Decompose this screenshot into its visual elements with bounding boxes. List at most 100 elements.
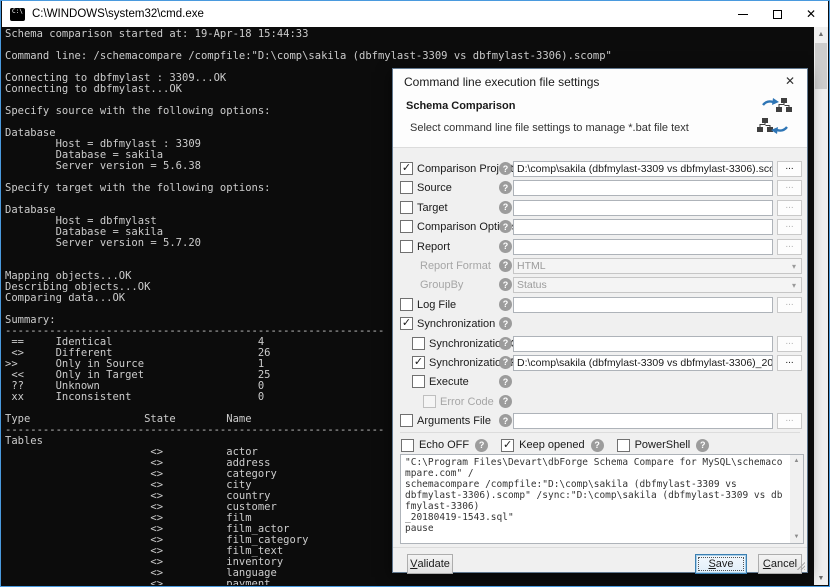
synchronization-options-browse-button[interactable]: ...	[777, 336, 802, 352]
keep-opened-checkbox[interactable]: ✓	[501, 439, 514, 452]
row-synchronization-options: Synchronization Options?...	[393, 335, 807, 354]
keep-opened-help-icon[interactable]: ?	[591, 439, 604, 452]
row-comparison-options: Comparison Options?...	[393, 218, 807, 237]
option-keep-opened: ✓ Keep opened?	[501, 439, 603, 452]
report-browse-button[interactable]: ...	[777, 239, 802, 255]
source-input[interactable]	[513, 180, 773, 196]
maximize-button[interactable]	[760, 1, 794, 27]
log-file-label: Log File	[417, 299, 456, 311]
resize-grip[interactable]	[796, 561, 805, 570]
comparison-options-browse-button[interactable]: ...	[777, 219, 802, 235]
schema-comparison-icon	[757, 96, 793, 139]
arguments-file-checkbox[interactable]	[400, 414, 413, 427]
option-echo-off: Echo OFF?	[401, 439, 488, 452]
synchronization-options-help-icon[interactable]: ?	[499, 337, 512, 350]
dialog-close-button[interactable]: ✕	[782, 73, 798, 89]
execute-checkbox[interactable]	[412, 375, 425, 388]
synchronization-help-icon[interactable]: ?	[499, 317, 512, 330]
row-source: Source?...	[393, 179, 807, 198]
synchronization-file-help-icon[interactable]: ?	[499, 356, 512, 369]
log-file-browse-button[interactable]: ...	[777, 297, 802, 313]
row-error-code: Error Code?	[393, 393, 807, 412]
report-format-dropdown: HTML▾	[513, 258, 802, 274]
terminal-scrollbar[interactable]: ▲ ▼	[814, 27, 828, 585]
close-icon: ✕	[806, 8, 816, 20]
row-report: Report?...	[393, 238, 807, 257]
dialog-titlebar: Command line execution file settings ✕	[393, 69, 807, 93]
target-browse-button[interactable]: ...	[777, 200, 802, 216]
preview-scroll-down-icon[interactable]: ▼	[790, 531, 803, 543]
target-input[interactable]	[513, 200, 773, 216]
log-file-help-icon[interactable]: ?	[499, 298, 512, 311]
scroll-up-icon[interactable]: ▲	[814, 27, 828, 41]
comparison-project-browse-button[interactable]: ...	[777, 161, 802, 177]
row-comparison-project: ✓Comparison Project?D:\comp\sakila (dbfm…	[393, 160, 807, 179]
powershell-checkbox[interactable]	[617, 439, 630, 452]
preview-scrollbar[interactable]: ▲ ▼	[790, 455, 803, 543]
echo-off-help-icon[interactable]: ?	[475, 439, 488, 452]
report-help-icon[interactable]: ?	[499, 240, 512, 253]
row-synchronization: ✓ Synchronization?	[393, 315, 807, 334]
log-file-input[interactable]	[513, 297, 773, 313]
source-help-icon[interactable]: ?	[499, 181, 512, 194]
report-format-help-icon[interactable]: ?	[499, 259, 512, 272]
execute-help-icon[interactable]: ?	[499, 375, 512, 388]
row-log-file: Log File?...	[393, 296, 807, 315]
synchronization-file-browse-button[interactable]: ...	[777, 355, 802, 371]
row-groupby: GroupBy?Status▾	[393, 276, 807, 295]
synchronization-options-input[interactable]	[513, 336, 773, 352]
command-preview-text[interactable]: "C:\Program Files\Devart\dbForge Schema …	[401, 455, 803, 536]
comparison-project-help-icon[interactable]: ?	[499, 162, 512, 175]
scroll-down-icon[interactable]: ▼	[814, 571, 828, 585]
synchronization-file-input[interactable]: D:\comp\sakila (dbfmylast-3309 vs dbfmyl…	[513, 355, 773, 371]
report-checkbox[interactable]	[400, 240, 413, 253]
powershell-label: PowerShell	[635, 439, 691, 451]
scrollbar-thumb[interactable]	[815, 43, 827, 89]
source-browse-button[interactable]: ...	[777, 180, 802, 196]
echo-off-checkbox[interactable]	[401, 439, 414, 452]
report-input[interactable]	[513, 239, 773, 255]
dialog-close-icon: ✕	[785, 74, 795, 88]
chevron-down-icon: ▾	[792, 281, 796, 290]
target-checkbox[interactable]	[400, 201, 413, 214]
minimize-button[interactable]	[726, 1, 760, 27]
cmd-window: C:\WINDOWS\system32\cmd.exe ✕ Schema com…	[0, 0, 830, 587]
command-preview-box[interactable]: "C:\Program Files\Devart\dbForge Schema …	[400, 454, 804, 544]
arguments-file-label: Arguments File	[417, 415, 491, 427]
groupby-help-icon[interactable]: ?	[499, 278, 512, 291]
comparison-options-checkbox[interactable]	[400, 220, 413, 233]
minimize-icon	[738, 14, 748, 15]
log-file-checkbox[interactable]	[400, 298, 413, 311]
row-target: Target?...	[393, 199, 807, 218]
groupby-dropdown: Status▾	[513, 277, 802, 293]
arguments-file-input[interactable]	[513, 413, 773, 429]
synchronization-file-checkbox[interactable]: ✓	[412, 356, 425, 369]
report-format-label: Report Format	[420, 260, 491, 272]
preview-scroll-up-icon[interactable]: ▲	[790, 455, 803, 467]
keep-opened-label: Keep opened	[519, 439, 584, 451]
execute-label: Execute	[429, 376, 469, 388]
error-code-help-icon[interactable]: ?	[499, 395, 512, 408]
arguments-file-browse-button[interactable]: ...	[777, 413, 802, 429]
save-button[interactable]: Save	[695, 554, 747, 574]
synchronization-checkbox[interactable]: ✓	[400, 317, 413, 330]
source-checkbox[interactable]	[400, 181, 413, 194]
comparison-options-input[interactable]	[513, 219, 773, 235]
row-report-format: Report Format?HTML▾	[393, 257, 807, 276]
arguments-file-help-icon[interactable]: ?	[499, 414, 512, 427]
target-label: Target	[417, 202, 448, 214]
dialog-button-bar: Validate Save Cancel	[393, 547, 807, 572]
close-button[interactable]: ✕	[794, 1, 828, 27]
schema-comparison-heading: Schema Comparison	[406, 100, 515, 112]
source-label: Source	[417, 182, 452, 194]
dialog-header: Schema Comparison Select command line fi…	[393, 93, 807, 148]
target-help-icon[interactable]: ?	[499, 201, 512, 214]
synchronization-label: Synchronization	[417, 318, 495, 330]
validate-button[interactable]: Validate	[407, 554, 453, 574]
comparison-project-input[interactable]: D:\comp\sakila (dbfmylast-3309 vs dbfmyl…	[513, 161, 773, 177]
dialog-subtitle: Select command line file settings to man…	[410, 122, 689, 134]
powershell-help-icon[interactable]: ?	[696, 439, 709, 452]
synchronization-options-checkbox[interactable]	[412, 337, 425, 350]
comparison-project-checkbox[interactable]: ✓	[400, 162, 413, 175]
options-separator	[400, 432, 800, 433]
